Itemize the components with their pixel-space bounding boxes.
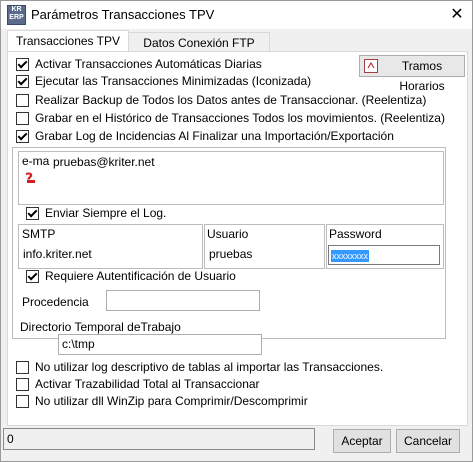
directorio-label: Directorio Temporal deTrabajo	[20, 320, 181, 334]
checkbox[interactable]	[16, 57, 29, 71]
password-label: Password	[329, 227, 382, 241]
cancel-button[interactable]: Cancelar	[396, 429, 460, 453]
smtp-field[interactable]: info.kriter.net	[20, 246, 200, 265]
option-realizar-backup[interactable]: Realizar Backup de Todos los Datos antes…	[16, 92, 426, 108]
option-activar-trazabilidad[interactable]: Activar Trazabilidad Total al Transaccio…	[16, 376, 260, 392]
option-ejecutar-minimizadas[interactable]: Ejecutar las Transacciones Minimizadas (…	[16, 73, 311, 89]
option-no-log-descriptivo[interactable]: No utilizar log descriptivo de tablas al…	[16, 359, 383, 375]
tab-panel: Tramos Horarios Activar Transacciones Au…	[7, 51, 468, 426]
checkbox[interactable]	[26, 206, 39, 220]
procedencia-field[interactable]	[106, 290, 260, 311]
option-label: Ejecutar las Transacciones Minimizadas (…	[35, 74, 312, 88]
tramos-horarios-button[interactable]: Tramos Horarios	[359, 55, 465, 93]
smtp-label: SMTP	[22, 227, 56, 241]
checkbox[interactable]	[16, 111, 29, 125]
status-field: 0	[3, 428, 315, 450]
app-logo-text-top: KR	[11, 6, 22, 13]
option-label: Requiere Autentificación de Usuario	[45, 269, 236, 283]
checkbox[interactable]	[16, 93, 29, 107]
option-grabar-historico[interactable]: Grabar en el Histórico de Transacciones …	[16, 110, 445, 126]
checkbox[interactable]	[16, 74, 29, 88]
email-field[interactable]: pruebas@kriter.net	[50, 152, 440, 202]
option-label: No utilizar log descriptivo de tablas al…	[35, 360, 384, 374]
title-bar: KR ERP Parámetros Transacciones TPV ✕	[1, 1, 472, 29]
red-question-icon[interactable]: ?	[24, 170, 38, 187]
checkbox[interactable]	[16, 360, 29, 374]
svg-text:?: ?	[25, 171, 33, 186]
password-field[interactable]: xxxxxxxx	[328, 245, 440, 265]
option-label: Enviar Siempre el Log.	[45, 206, 167, 220]
calendar-icon	[364, 59, 378, 73]
accept-button[interactable]: Aceptar	[333, 429, 391, 453]
option-label: Grabar Log de Incidencias Al Finalizar u…	[35, 129, 394, 143]
checkbox[interactable]	[16, 394, 29, 408]
checkbox[interactable]	[16, 129, 29, 143]
option-label: Realizar Backup de Todos los Datos antes…	[35, 93, 427, 107]
procedencia-label: Procedencia	[22, 295, 89, 309]
option-label: Activar Transacciones Automáticas Diaria…	[35, 57, 262, 71]
usuario-field[interactable]: pruebas	[206, 246, 322, 265]
checkbox[interactable]	[16, 377, 29, 391]
dialog-window: KR ERP Parámetros Transacciones TPV ✕ Tr…	[0, 0, 473, 462]
option-activar-automaticas[interactable]: Activar Transacciones Automáticas Diaria…	[16, 56, 262, 72]
option-label: No utilizar dll WinZip para Comprimir/De…	[35, 394, 308, 408]
checkbox[interactable]	[26, 269, 39, 283]
app-logo-text-bottom: ERP	[9, 14, 24, 21]
option-grabar-log[interactable]: Grabar Log de Incidencias Al Finalizar u…	[16, 128, 394, 144]
window-title: Parámetros Transacciones TPV	[31, 7, 215, 22]
app-logo-icon: KR ERP	[7, 5, 26, 25]
tab-transacciones-tpv[interactable]: Transacciones TPV	[7, 30, 129, 53]
password-masked-value: xxxxxxxx	[331, 250, 369, 262]
option-no-winzip[interactable]: No utilizar dll WinZip para Comprimir/De…	[16, 393, 308, 409]
option-label: Activar Trazabilidad Total al Transaccio…	[35, 377, 260, 391]
directorio-field[interactable]: c:\tmp	[58, 334, 262, 355]
option-requiere-autentificacion[interactable]: Requiere Autentificación de Usuario	[26, 268, 236, 284]
option-enviar-siempre-log[interactable]: Enviar Siempre el Log.	[26, 205, 166, 221]
usuario-label: Usuario	[207, 227, 249, 241]
option-label: Grabar en el Histórico de Transacciones …	[35, 111, 445, 125]
close-icon[interactable]: ✕	[442, 1, 472, 29]
tramos-horarios-label: Tramos Horarios	[399, 59, 445, 93]
tab-datos-conexion-ftp[interactable]: Datos Conexión FTP	[128, 32, 270, 53]
